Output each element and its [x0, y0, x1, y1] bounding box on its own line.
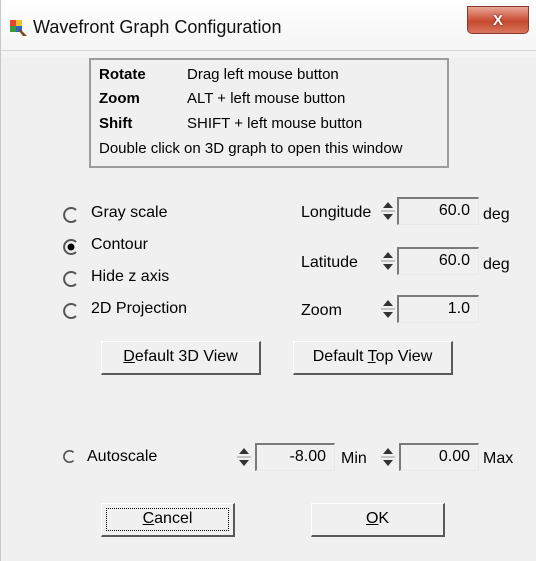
- button-label: Default: [312, 348, 368, 365]
- min-spin-icon[interactable]: [237, 443, 251, 471]
- help-note: Double click on 3D graph to open this wi…: [99, 140, 403, 157]
- max-field[interactable]: 0.00: [399, 443, 479, 471]
- button-accel: O: [365, 510, 379, 527]
- latitude-unit: deg: [483, 256, 510, 273]
- close-icon: X: [492, 11, 503, 29]
- help-value: Drag left mouse button: [187, 66, 339, 83]
- button-label: efault 3D View: [134, 348, 238, 365]
- button-accel: D: [123, 348, 135, 365]
- button-label: K: [378, 510, 390, 527]
- zoom-label: Zoom: [301, 302, 342, 319]
- autoscale-label: Autoscale: [87, 448, 158, 465]
- zoom-spin-icon[interactable]: [381, 295, 395, 323]
- radio-label: Gray scale: [91, 204, 168, 221]
- focus-ring: [106, 508, 229, 531]
- help-value: ALT + left mouse button: [187, 90, 346, 107]
- radio-label: Contour: [91, 236, 148, 253]
- max-label: Max: [483, 450, 514, 467]
- radio-label: 2D Projection: [91, 300, 188, 317]
- button-accel: T: [367, 348, 376, 365]
- radio-unchecked-icon[interactable]: [63, 207, 79, 223]
- longitude-field[interactable]: 60.0: [397, 197, 479, 225]
- latitude-label: Latitude: [301, 254, 358, 271]
- max-spin-icon[interactable]: [381, 443, 395, 471]
- default-top-view-button[interactable]: Default Top View: [293, 341, 453, 375]
- latitude-spin-icon[interactable]: [381, 247, 395, 275]
- window-title: Wavefront Graph Configuration: [33, 17, 282, 37]
- longitude-label: Longitude: [301, 204, 372, 221]
- help-box: Rotate Drag left mouse button Zoom ALT +…: [89, 58, 449, 168]
- radio-label: Hide z axis: [91, 268, 170, 285]
- radio-checked-icon[interactable]: [63, 239, 79, 255]
- help-value: SHIFT + left mouse button: [187, 115, 363, 132]
- help-key: Rotate: [99, 66, 146, 83]
- default-3d-view-button[interactable]: Default 3D View: [101, 341, 261, 375]
- longitude-spin-icon[interactable]: [381, 197, 395, 225]
- cancel-button[interactable]: Cancel: [101, 503, 235, 537]
- help-key: Zoom: [99, 90, 140, 107]
- app-icon: [10, 20, 27, 36]
- title-divider: [1, 50, 536, 51]
- radio-unchecked-icon[interactable]: [63, 303, 79, 319]
- longitude-unit: deg: [483, 206, 510, 223]
- latitude-field[interactable]: 60.0: [397, 247, 479, 275]
- zoom-field[interactable]: 1.0: [397, 295, 479, 323]
- help-key: Shift: [99, 115, 133, 132]
- min-field[interactable]: -8.00: [255, 443, 335, 471]
- button-label: op View: [375, 348, 433, 365]
- ok-button[interactable]: OK: [311, 503, 445, 537]
- wavefront-config-window: Wavefront Graph Configuration X Rotate D…: [0, 0, 536, 561]
- radio-unchecked-icon[interactable]: [63, 450, 76, 463]
- close-button[interactable]: X: [467, 6, 529, 34]
- min-label: Min: [341, 450, 367, 467]
- radio-unchecked-icon[interactable]: [63, 271, 79, 287]
